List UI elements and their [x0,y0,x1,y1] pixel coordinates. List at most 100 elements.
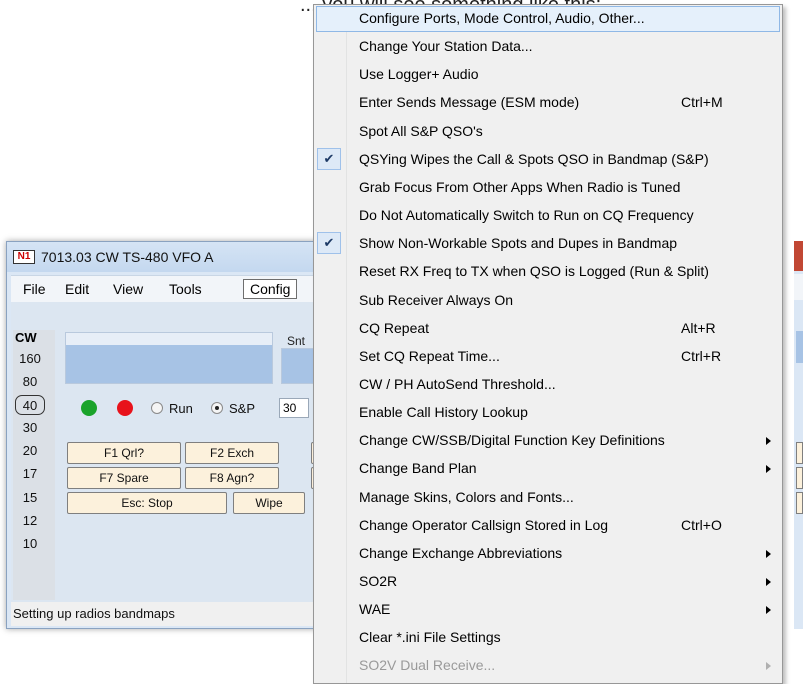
band-column: CW 160 80 40 30 20 17 15 12 10 [13,330,55,600]
menu-item-label: Enter Sends Message (ESM mode) [359,94,580,111]
band-80[interactable]: 80 [15,371,45,393]
menu-item-6[interactable]: Grab Focus From Other Apps When Radio is… [316,175,780,201]
menu-edit[interactable]: Edit [59,279,95,299]
f8-button[interactable]: F8 Agn? [185,467,279,489]
menu-item-label: Change Operator Callsign Stored in Log [359,516,609,533]
band-17[interactable]: 17 [15,463,45,485]
background-window-edge [794,241,803,629]
menu-item-20[interactable]: SO2R [316,569,780,595]
menu-item-5[interactable]: ✔ QSYing Wipes the Call & Spots QSO in Ba… [316,147,780,173]
submenu-arrow-icon [766,549,771,558]
callsign-entry[interactable] [65,332,273,384]
menu-item-label: SO2V Dual Receive... [359,657,496,674]
menu-item-15[interactable]: Change CW/SSB/Digital Function Key Defin… [316,428,780,454]
sp-radio[interactable] [211,402,223,414]
band-40-selected[interactable]: 40 [15,395,45,415]
menu-item-22[interactable]: Clear *.ini File Settings [316,625,780,651]
band-15[interactable]: 15 [15,487,45,509]
submenu-arrow-icon [766,437,771,446]
submenu-arrow-icon [766,606,771,615]
menu-item-label: Show Non-Workable Spots and Dupes in Ban… [359,235,678,252]
submenu-arrow-icon [766,662,771,671]
menu-item-shortcut: Ctrl+O [681,516,722,533]
esc-stop-button[interactable]: Esc: Stop [67,492,227,514]
rst-input[interactable]: 30 [279,398,309,418]
menu-item-8[interactable]: ✔ Show Non-Workable Spots and Dupes in Ba… [316,231,780,257]
green-status-icon [81,400,97,416]
menu-item-label: Enable Call History Lookup [359,404,528,421]
config-dropdown-menu: Configure Ports, Mode Control, Audio, Ot… [313,4,783,684]
f2-button[interactable]: F2 Exch [185,442,279,464]
title-bar[interactable]: N1 7013.03 CW TS-480 VFO A [7,242,325,272]
menu-item-label: Do Not Automatically Switch to Run on CQ… [359,207,694,224]
wipe-button[interactable]: Wipe [233,492,305,514]
menu-item-11[interactable]: CQ Repeat Alt+R [316,316,780,342]
menu-item-9[interactable]: Reset RX Freq to TX when QSO is Logged (… [316,259,780,285]
submenu-arrow-icon [766,578,771,586]
band-10[interactable]: 10 [15,533,45,555]
f7-button[interactable]: F7 Spare [67,467,181,489]
run-radio-label: Run [169,401,193,416]
submenu-arrow-icon [766,465,771,474]
checkmark-icon: ✔ [317,232,341,255]
menu-item-label: CQ Repeat [359,319,430,336]
menu-item-label: Change Band Plan [359,460,477,477]
menu-item-shortcut: Alt+R [681,319,716,336]
band-12[interactable]: 12 [15,510,45,532]
app-logo-icon: N1 [13,250,35,264]
menu-item-label: Configure Ports, Mode Control, Audio, Ot… [359,10,645,26]
menu-item-label: Sub Receiver Always On [359,291,514,308]
mode-label: CW [15,330,37,345]
red-status-icon [117,400,133,416]
main-window: N1 7013.03 CW TS-480 VFO A File Edit Vie… [6,241,326,629]
menu-item-label: Change Exchange Abbreviations [359,544,563,561]
menu-item-4[interactable]: Spot All S&P QSO's [316,119,780,145]
menu-item-1[interactable]: Change Your Station Data... [316,34,780,60]
f1-button[interactable]: F1 Qrl? [67,442,181,464]
menu-item-7[interactable]: Do Not Automatically Switch to Run on CQ… [316,203,780,229]
menu-item-label: Clear *.ini File Settings [359,629,501,646]
menu-view[interactable]: View [107,279,149,299]
menu-item-label: QSYing Wipes the Call & Spots QSO in Ban… [359,150,709,167]
status-bar: Setting up radios bandmaps [11,602,325,626]
snt-label: Snt [287,334,306,348]
menu-item-label: Manage Skins, Colors and Fonts... [359,488,574,505]
band-160[interactable]: 160 [15,348,45,370]
menu-item-10[interactable]: Sub Receiver Always On [316,288,780,314]
menu-item-shortcut: Ctrl+M [681,94,723,111]
band-30[interactable]: 30 [15,417,45,439]
menu-item-label: SO2R [359,573,398,589]
menu-item-label: Change CW/SSB/Digital Function Key Defin… [359,432,665,449]
menu-item-14[interactable]: Enable Call History Lookup [316,400,780,426]
menu-item-12[interactable]: Set CQ Repeat Time... Ctrl+R [316,344,780,370]
close-button-partial[interactable] [794,241,803,271]
menu-item-label: WAE [359,601,391,618]
menu-tools[interactable]: Tools [163,279,208,299]
menu-item-23: SO2V Dual Receive... [316,653,780,679]
menu-config[interactable]: Config [243,279,298,299]
menu-item-17[interactable]: Manage Skins, Colors and Fonts... [316,485,780,511]
menu-item-label: Change Your Station Data... [359,38,533,55]
checkmark-icon: ✔ [317,147,341,170]
entry-area: CW 160 80 40 30 20 17 15 12 10 Snt Run S… [11,302,325,602]
menu-item-13[interactable]: CW / PH AutoSend Threshold... [316,372,780,398]
menu-item-label: Use Logger+ Audio [359,66,479,83]
menu-item-2[interactable]: Use Logger+ Audio [316,62,780,88]
menu-item-label: Grab Focus From Other Apps When Radio is… [359,178,681,195]
menu-file[interactable]: File [17,279,52,299]
menu-item-21[interactable]: WAE [316,597,780,623]
menu-item-label: Spot All S&P QSO's [359,122,483,139]
menu-item-16[interactable]: Change Band Plan [316,456,780,482]
menu-item-label: Set CQ Repeat Time... [359,347,500,364]
menu-item-0[interactable]: Configure Ports, Mode Control, Audio, Ot… [316,6,780,32]
menu-bar: File Edit View Tools Config [11,275,325,302]
window-title: 7013.03 CW TS-480 VFO A [41,249,214,265]
menu-item-19[interactable]: Change Exchange Abbreviations [316,541,780,567]
menu-item-shortcut: Ctrl+R [681,347,722,364]
sp-radio-label: S&P [229,401,256,416]
menu-item-label: Reset RX Freq to TX when QSO is Logged (… [359,263,709,280]
run-radio[interactable] [151,402,163,414]
menu-item-18[interactable]: Change Operator Callsign Stored in Log Ct… [316,513,780,539]
band-20[interactable]: 20 [15,440,45,462]
menu-item-3[interactable]: Enter Sends Message (ESM mode) Ctrl+M [316,90,780,116]
